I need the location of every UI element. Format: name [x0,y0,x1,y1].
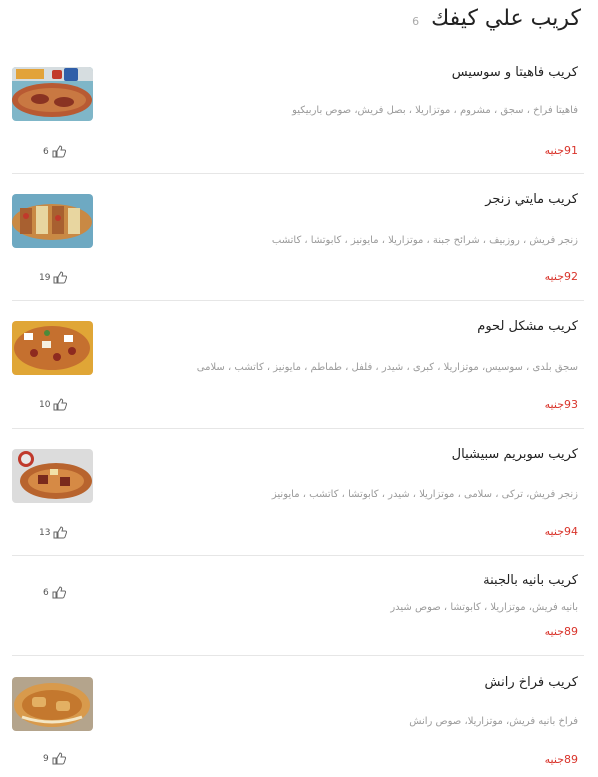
like-count: 6 [43,587,49,598]
thumbs-up-icon [52,586,66,599]
currency-label: جنيه [544,270,564,283]
thumbs-up-icon [52,752,66,765]
thumbs-up-icon [53,526,68,539]
category-header: كريب علي كيفك 6 [17,6,581,40]
like-button[interactable]: 6 [43,586,66,599]
item-photo[interactable] [12,194,93,248]
like-button[interactable]: 9 [43,752,66,765]
price-value: 94 [564,525,578,538]
menu-item[interactable]: كريب مايتي زنجر زنجر فريش ، روزبيف ، شرا… [12,173,584,301]
price-value: 93 [564,398,578,411]
item-name: كريب فاهيتا و سوسيس [451,65,578,80]
item-price: 91جنيه [545,144,578,157]
menu-item[interactable]: كريب فاهيتا و سوسيس فاهيتا فراخ ، سجق ، … [12,46,584,174]
item-photo[interactable] [12,677,93,731]
item-description: بانيه فريش، موتزاريلا ، كابوتشا ، صوص شي… [390,602,578,613]
like-button[interactable]: 6 [43,145,66,158]
item-price: 93جنيه [545,398,578,411]
like-count: 13 [39,527,51,538]
item-photo[interactable] [12,321,93,375]
item-name: كريب مشكل لحوم [477,319,578,334]
menu-item[interactable]: كريب سوبريم سبيشيال زنجر فريش، تركى ، سل… [12,428,584,556]
menu-item[interactable]: كريب بانيه بالجبنة بانيه فريش، موتزاريلا… [12,555,584,656]
item-name: كريب مايتي زنجر [485,192,578,207]
thumbs-up-icon [53,271,68,284]
like-count: 9 [43,753,49,764]
price-value: 92 [564,270,578,283]
currency-label: جنيه [544,398,564,411]
thumbs-up-icon [53,398,68,411]
item-description: زنجر فريش، تركى ، سلامى ، موتزاريلا ، شي… [271,489,578,500]
like-button[interactable]: 13 [39,526,68,539]
item-description: زنجر فريش ، روزبيف ، شرائح جبنة ، موتزار… [271,235,578,246]
item-name: كريب بانيه بالجبنة [483,573,578,588]
item-price: 89جنيه [545,753,578,766]
item-price: 94جنيه [545,525,578,538]
category-item-count: 6 [412,15,420,28]
price-value: 91 [564,144,578,157]
like-count: 10 [39,399,51,410]
menu-item[interactable]: كريب فراخ رانش فراخ بانيه فريش، موتزاريل… [12,655,584,777]
price-value: 89 [564,625,578,638]
item-description: فراخ بانيه فريش، موتزاريلا، صوص رانش [409,716,578,727]
menu-item[interactable]: كريب مشكل لحوم سجق بلدى ، سوسيس، موتزاري… [12,300,584,429]
price-value: 89 [564,753,578,766]
item-description: سجق بلدى ، سوسيس، موتزاريلا ، كبرى ، شيد… [196,362,578,373]
item-price: 92جنيه [545,270,578,283]
currency-label: جنيه [544,144,564,157]
like-count: 6 [43,146,49,157]
item-description: فاهيتا فراخ ، سجق ، مشروم ، موتزاريلا ، … [292,105,578,116]
currency-label: جنيه [544,525,564,538]
category-title: كريب علي كيفك [431,6,581,31]
currency-label: جنيه [544,753,564,766]
item-photo[interactable] [12,67,93,121]
currency-label: جنيه [544,625,564,638]
like-button[interactable]: 10 [39,398,68,411]
item-name: كريب فراخ رانش [484,675,578,690]
item-price: 89جنيه [545,625,578,638]
thumbs-up-icon [52,145,66,158]
like-count: 19 [39,272,51,283]
item-photo[interactable] [12,449,93,503]
like-button[interactable]: 19 [39,271,68,284]
item-name: كريب سوبريم سبيشيال [451,447,578,462]
